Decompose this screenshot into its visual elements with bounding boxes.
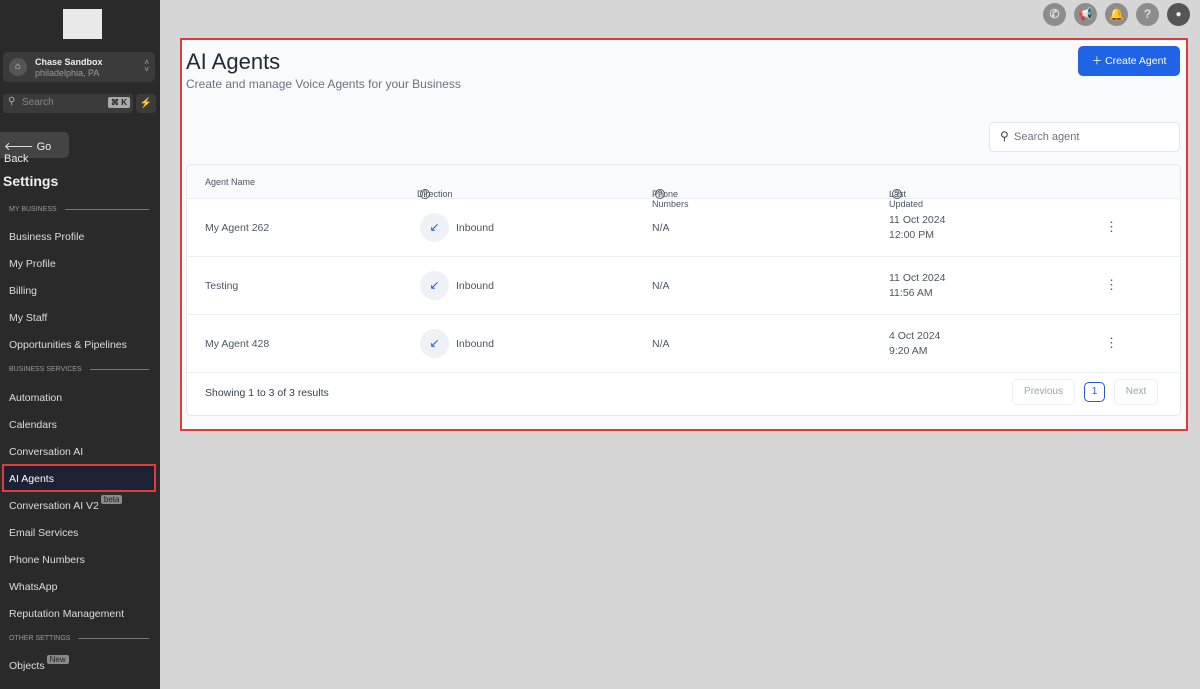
shortcut-badge: ⌘ K [108, 97, 130, 108]
help-icon[interactable]: ? [1136, 3, 1159, 26]
next-button[interactable]: Next [1114, 379, 1158, 405]
help-circle-icon[interactable]: ? [655, 189, 665, 199]
inbound-arrow-icon: ↙ [420, 213, 449, 242]
direction: Inbound [456, 338, 494, 350]
search-icon: ⚲ [1000, 129, 1009, 143]
beta-badge: beta [100, 495, 123, 504]
quick-action-bolt-icon[interactable]: ⚡ [136, 94, 156, 113]
help-circle-icon[interactable]: ? [892, 189, 902, 199]
company-logo [63, 9, 102, 39]
agent-name[interactable]: My Agent 262 [205, 222, 269, 234]
sidebar-item-phone-numbers[interactable]: Phone Numbers [9, 554, 85, 566]
table-header: Agent Name Direction? Phone Numbers? Las… [187, 165, 1180, 209]
direction: Inbound [456, 280, 494, 292]
more-options-icon[interactable]: ⋮ [1105, 219, 1118, 235]
page-1-button[interactable]: 1 [1084, 382, 1105, 402]
section-other-settings: OTHER SETTINGS [9, 635, 149, 642]
megaphone-icon[interactable]: 📢 [1074, 3, 1097, 26]
account-switcher[interactable]: ⌂ Chase Sandbox philadelphia, PA ˄ ˅ [3, 52, 155, 82]
plus-icon: ＋ [1091, 55, 1106, 67]
table-row[interactable]: My Agent 262 ↙ Inbound N/A 11 Oct 2024 1… [187, 199, 1180, 257]
sidebar-item-whatsapp[interactable]: WhatsApp [9, 581, 57, 593]
phone-number: N/A [652, 338, 670, 350]
more-options-icon[interactable]: ⋮ [1105, 277, 1118, 293]
more-options-icon[interactable]: ⋮ [1105, 335, 1118, 351]
bell-icon[interactable]: 🔔 [1105, 3, 1128, 26]
page-title: AI Agents [186, 49, 281, 74]
create-agent-button[interactable]: ＋ Create Agent [1078, 46, 1180, 76]
results-summary: Showing 1 to 3 of 3 results [205, 387, 329, 399]
updated-time: 9:20 AM [889, 345, 928, 357]
sidebar-item-calendars[interactable]: Calendars [9, 419, 57, 431]
updated-date: 11 Oct 2024 [889, 214, 946, 226]
section-my-business: MY BUSINESS [9, 206, 149, 213]
sidebar-item-billing[interactable]: Billing [9, 285, 37, 297]
location-icon: ⌂ [9, 58, 27, 76]
user-avatar[interactable]: ● [1167, 3, 1190, 26]
inbound-arrow-icon: ↙ [420, 329, 449, 358]
sidebar-item-my-profile[interactable]: My Profile [9, 258, 56, 270]
search-placeholder: Search [22, 97, 54, 108]
agents-table: Agent Name Direction? Phone Numbers? Las… [186, 164, 1181, 416]
search-agent-input[interactable]: ⚲ Search agent [989, 122, 1180, 152]
direction: Inbound [456, 222, 494, 234]
account-location: philadelphia, PA [35, 68, 100, 78]
page-subtitle: Create and manage Voice Agents for your … [186, 77, 461, 91]
updated-time: 12:00 PM [889, 229, 934, 241]
sidebar-item-conversation-ai-v2[interactable]: Conversation AI V2 [9, 500, 99, 512]
sidebar-item-business-profile[interactable]: Business Profile [9, 231, 84, 243]
ai-agents-panel: AI Agents Create and manage Voice Agents… [180, 38, 1188, 431]
help-circle-icon[interactable]: ? [420, 189, 430, 199]
sidebar: ⌂ Chase Sandbox philadelphia, PA ˄ ˅ ⚲ Se… [0, 0, 160, 689]
agent-name[interactable]: Testing [205, 280, 238, 292]
search-agent-placeholder: Search agent [1014, 131, 1080, 143]
section-business-services: BUSINESS SERVICES [9, 366, 149, 373]
sidebar-item-conversation-ai[interactable]: Conversation AI [9, 446, 83, 458]
table-row[interactable]: Testing ↙ Inbound N/A 11 Oct 2024 11:56 … [187, 257, 1180, 315]
header-agent-name: Agent Name [205, 177, 256, 187]
sidebar-item-objects[interactable]: Objects [9, 660, 45, 672]
new-badge: New [46, 655, 69, 664]
sidebar-item-automation[interactable]: Automation [9, 392, 62, 404]
updated-date: 4 Oct 2024 [889, 330, 941, 342]
go-back-button[interactable]: 🡐 Go Back [0, 132, 69, 165]
sidebar-search[interactable]: ⚲ Search ⌘ K [3, 94, 133, 113]
sidebar-item-opportunities[interactable]: Opportunities & Pipelines [9, 339, 127, 351]
sidebar-item-email-services[interactable]: Email Services [9, 527, 78, 539]
previous-button[interactable]: Previous [1012, 379, 1075, 405]
sidebar-item-my-staff[interactable]: My Staff [9, 312, 47, 324]
sidebar-item-ai-agents[interactable]: AI Agents [9, 473, 54, 485]
phone-icon[interactable]: ✆ [1043, 3, 1066, 26]
phone-number: N/A [652, 280, 670, 292]
phone-number: N/A [652, 222, 670, 234]
settings-title: Settings [3, 173, 59, 189]
account-name: Chase Sandbox [35, 57, 103, 67]
agent-name[interactable]: My Agent 428 [205, 338, 269, 350]
top-bar-icons: ✆ 📢 🔔 ? ● [1043, 3, 1190, 26]
updated-date: 11 Oct 2024 [889, 272, 946, 284]
go-back-label: Go Back [4, 141, 52, 165]
sidebar-item-reputation[interactable]: Reputation Management [9, 608, 124, 620]
chevron-updown-icon: ˄ ˅ [144, 58, 149, 74]
inbound-arrow-icon: ↙ [420, 271, 449, 300]
updated-time: 11:56 AM [889, 287, 933, 299]
create-agent-label: Create Agent [1105, 55, 1167, 67]
table-row[interactable]: My Agent 428 ↙ Inbound N/A 4 Oct 2024 9:… [187, 315, 1180, 373]
search-icon: ⚲ [8, 96, 16, 107]
